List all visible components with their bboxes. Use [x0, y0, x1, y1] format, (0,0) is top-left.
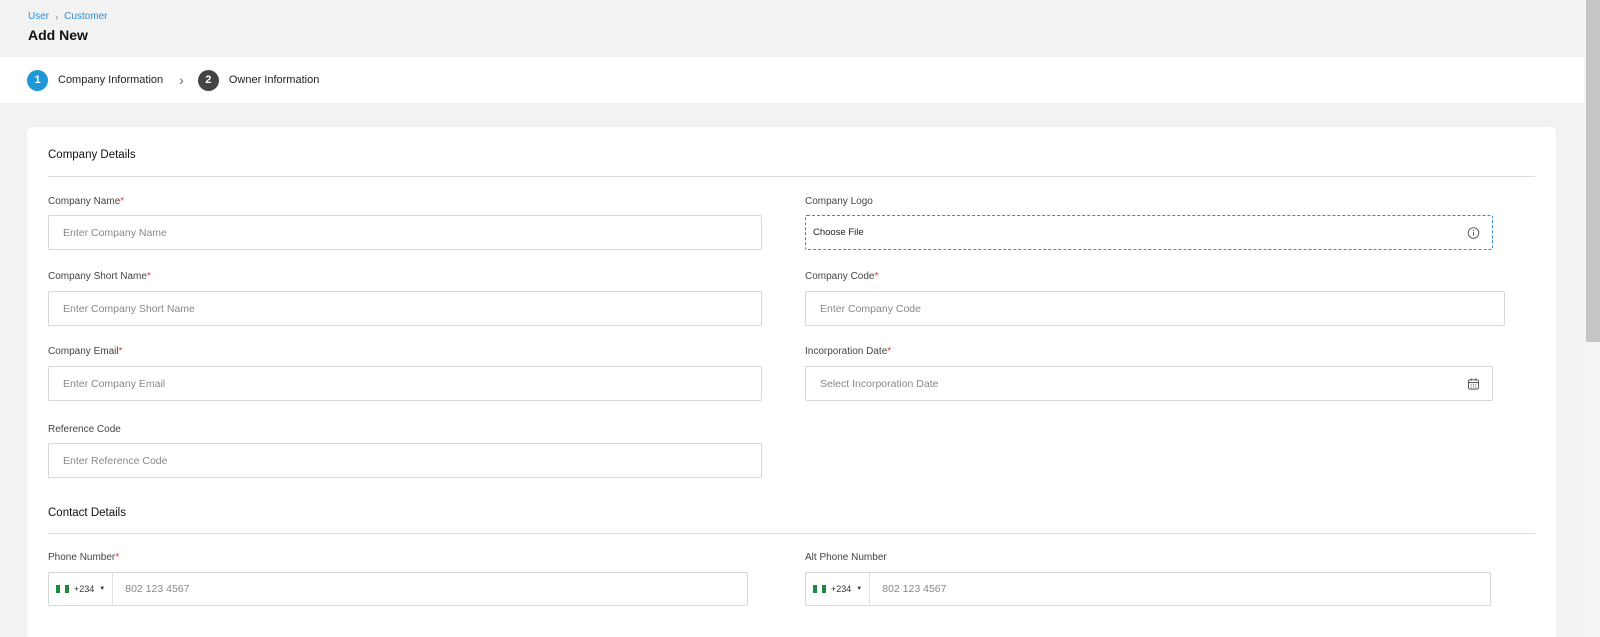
reference-code-label: Reference Code — [48, 424, 121, 435]
alt-phone-number-label: Alt Phone Number — [805, 552, 887, 563]
breadcrumb-customer-link[interactable]: Customer — [64, 11, 107, 22]
dial-code: +234 — [74, 584, 95, 594]
stepper: 1 Company Information › 2 Owner Informat… — [0, 57, 1584, 103]
company-code-input[interactable]: Enter Company Code — [805, 291, 1505, 326]
company-name-input[interactable]: Enter Company Name — [48, 215, 762, 250]
breadcrumb: User › Customer — [28, 11, 107, 22]
company-short-name-input[interactable]: Enter Company Short Name — [48, 291, 762, 326]
alt-phone-number-field: +234 ▼ 802 123 4567 — [805, 572, 1491, 606]
reference-code-input[interactable]: Enter Reference Code — [48, 443, 762, 478]
step-number: 2 — [197, 69, 219, 91]
divider — [48, 176, 1535, 177]
company-short-name-label: Company Short Name* — [48, 271, 151, 282]
incorporation-date-label: Incorporation Date* — [805, 346, 892, 357]
step-number: 1 — [27, 69, 48, 91]
caret-down-icon: ▼ — [99, 586, 106, 592]
chevron-right-icon: › — [179, 72, 184, 88]
section-title-contact-details: Contact Details — [48, 507, 126, 519]
incorporation-date-picker[interactable]: Select Incorporation Date — [805, 366, 1493, 401]
alt-phone-number-input[interactable]: 802 123 4567 — [870, 583, 946, 595]
choose-file-button[interactable]: Choose File — [813, 227, 864, 238]
step-company-information[interactable]: 1 Company Information — [27, 69, 164, 91]
company-name-label: Company Name* — [48, 196, 125, 207]
step-owner-information[interactable]: 2 Owner Information — [197, 69, 320, 91]
calendar-icon[interactable] — [1467, 377, 1480, 390]
company-email-input[interactable]: Enter Company Email — [48, 366, 762, 401]
vertical-scrollbar[interactable] — [1584, 0, 1600, 637]
chevron-right-icon: › — [55, 11, 59, 22]
phone-number-input[interactable]: 802 123 4567 — [113, 583, 189, 595]
dial-code: +234 — [831, 584, 852, 594]
company-email-label: Company Email* — [48, 346, 123, 357]
phone-number-label: Phone Number* — [48, 552, 120, 563]
step-label: Company Information — [58, 74, 164, 86]
country-code-dropdown[interactable]: +234 ▼ — [49, 573, 114, 605]
form-card: Company Details Company Name* Enter Comp… — [27, 127, 1556, 637]
company-code-label: Company Code* — [805, 271, 879, 282]
section-title-company-details: Company Details — [48, 149, 136, 161]
company-logo-label: Company Logo — [805, 196, 873, 207]
breadcrumb-user-link[interactable]: User — [28, 11, 49, 22]
page-header: User › Customer Add New — [0, 0, 1584, 57]
country-code-dropdown[interactable]: +234 ▼ — [806, 573, 871, 605]
nigeria-flag-icon — [813, 585, 826, 593]
nigeria-flag-icon — [56, 585, 69, 593]
caret-down-icon: ▼ — [856, 586, 863, 592]
phone-number-field: +234 ▼ 802 123 4567 — [48, 572, 748, 606]
company-logo-file-input[interactable]: Choose File — [805, 215, 1493, 250]
info-icon[interactable] — [1467, 226, 1480, 239]
step-label: Owner Information — [228, 74, 320, 86]
divider — [48, 533, 1535, 534]
scrollbar-thumb[interactable] — [1586, 0, 1600, 342]
page-title: Add New — [28, 27, 88, 43]
